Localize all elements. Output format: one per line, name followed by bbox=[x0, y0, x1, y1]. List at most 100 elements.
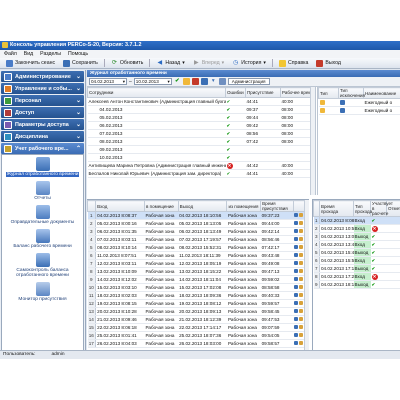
forward-button[interactable]: ▶ Вперед ▾ bbox=[190, 59, 227, 68]
sidebar-item-access[interactable]: Доступ ⌄ bbox=[1, 107, 84, 118]
table-row-day[interactable]: 09.02.2013 ✔ bbox=[87, 145, 315, 154]
table-row[interactable]: 1 04.02.2013 8:08:37 Рабочая зона 04.02.201… bbox=[87, 211, 309, 220]
history-button[interactable]: ◷ История ▾ bbox=[229, 59, 269, 68]
table-row[interactable]: 204.02.2013 10:54:41Вход✕ bbox=[313, 224, 400, 233]
check-icon[interactable]: ✔ bbox=[370, 248, 387, 257]
col-presence-time[interactable]: Время присутствия bbox=[260, 200, 294, 212]
table-row[interactable]: 10 15.02.2013 8:03:10 Рабочая зона 15.02.20… bbox=[87, 283, 309, 292]
table-row[interactable]: Ежегодный о bbox=[318, 106, 400, 115]
calendar-icon[interactable] bbox=[182, 78, 190, 85]
table-row[interactable]: 504.02.2013 15:44:00Выход✔ bbox=[313, 248, 400, 257]
table-row[interactable]: 15 22.02.2013 8:06:18 Рабочая зона 22.02.20… bbox=[87, 323, 309, 332]
table-row[interactable]: 9 14.02.2013 8:12:02 Рабочая зона 14.02.201… bbox=[87, 275, 309, 284]
col-exception-type[interactable]: Тип исключения bbox=[338, 87, 365, 99]
vertical-scrollbar[interactable] bbox=[310, 87, 315, 195]
table-row[interactable]: 604.02.2013 15:59:49Вход✔ bbox=[313, 256, 400, 265]
table-row[interactable]: 16 25.02.2013 8:01:41 Рабочая зона 25.02.20… bbox=[87, 331, 309, 340]
excluded-icon[interactable]: ✕ bbox=[370, 272, 387, 281]
table-row[interactable]: 404.02.2013 13:49:27Вход✔ bbox=[313, 240, 400, 249]
table-row[interactable]: 2 05.02.2013 8:00:16 Рабочая зона 05.02.201… bbox=[87, 219, 309, 228]
table-row[interactable]: 17 26.02.2013 8:04:03 Рабочая зона 26.02.20… bbox=[87, 339, 309, 348]
table-row[interactable]: 4 07.02.2013 8:03:11 Рабочая зона 07.02.201… bbox=[87, 235, 309, 244]
employee-filter-icon[interactable] bbox=[200, 78, 208, 85]
col-zone-in[interactable]: в помещение bbox=[144, 200, 179, 212]
table-row-day[interactable]: 04.02.2013 ✔ 09:37 08:00 bbox=[87, 105, 315, 114]
col-exit[interactable]: Выход bbox=[177, 200, 228, 212]
sidebar-item-access-params[interactable]: Параметры доступа ⌄ bbox=[1, 119, 84, 130]
clear-filter-icon[interactable] bbox=[191, 78, 199, 85]
table-row[interactable]: 11 18.02.2013 8:02:03 Рабочая зона 18.02.20… bbox=[87, 291, 309, 300]
end-session-button[interactable]: Закончить сеанс bbox=[3, 59, 58, 68]
vertical-scrollbar[interactable] bbox=[304, 200, 309, 350]
table-row[interactable]: 14 21.02.2013 8:09:46 Рабочая зона 21.02.20… bbox=[87, 315, 309, 324]
table-row[interactable]: 6 11.02.2013 8:07:51 Рабочая зона 11.02.201… bbox=[87, 251, 309, 260]
table-row-day[interactable]: 10.02.2013 ✔ bbox=[87, 153, 315, 162]
save-button[interactable]: Сохранить bbox=[60, 59, 101, 68]
col-name[interactable]: Наименование bbox=[363, 87, 400, 99]
table-row[interactable]: 304.02.2013 13:02:15Выход✔ bbox=[313, 232, 400, 241]
col-employees[interactable]: Сотрудники bbox=[87, 87, 226, 98]
table-row-person[interactable]: Беспалов Николай Юрьевич (Администрация … bbox=[87, 169, 315, 178]
menu-file[interactable]: Файл bbox=[4, 50, 17, 58]
exit-button[interactable]: Выход bbox=[313, 59, 344, 68]
col-counted[interactable]: Участвует в расчете bbox=[370, 200, 393, 217]
col-enter[interactable]: Вход bbox=[95, 200, 146, 212]
table-row-person[interactable]: Антипищева Марина Петровна (Администраци… bbox=[87, 161, 315, 170]
division-select[interactable]: Администрация bbox=[227, 78, 270, 85]
table-row[interactable]: 7 12.02.2013 8:03:11 Рабочая зона 12.02.201… bbox=[87, 259, 309, 268]
table-row[interactable]: 704.02.2013 17:10:20Выход✔ bbox=[313, 264, 400, 273]
help-button[interactable]: Справка bbox=[276, 59, 311, 68]
col-errors[interactable]: Ошибки bbox=[225, 87, 246, 98]
table-row[interactable]: Ежегодный о bbox=[318, 98, 400, 107]
col-zone-out[interactable]: из помещения bbox=[226, 200, 262, 212]
table-row[interactable]: 904.02.2013 18:10:56Выход✔ bbox=[313, 280, 400, 289]
check-icon[interactable]: ✔ bbox=[370, 240, 387, 249]
sidebar-sub-balance[interactable]: Баланс рабочего времени bbox=[2, 229, 83, 249]
table-row-day[interactable]: 08.02.2013 ✔ 07:42 08:00 bbox=[87, 137, 315, 146]
table-row-day[interactable]: 05.02.2013 ✔ 09:44 08:00 bbox=[87, 113, 315, 122]
check-icon[interactable]: ✔ bbox=[370, 264, 387, 273]
col-event-type[interactable]: Тип прохода bbox=[353, 200, 372, 217]
chevron-down-icon[interactable]: ▾ bbox=[210, 78, 217, 85]
sidebar-item-worktime[interactable]: Учет рабочего вре... ⌃ bbox=[1, 143, 84, 154]
sidebar-item-control-events[interactable]: Управление и собы... ⌄ bbox=[1, 83, 84, 94]
check-icon[interactable]: ✔ bbox=[370, 232, 387, 241]
chevron-down-icon: ⌄ bbox=[75, 74, 81, 80]
col-code[interactable]: Тип bbox=[318, 87, 339, 99]
apply-check-icon[interactable]: ✔ bbox=[174, 78, 181, 85]
menu-help[interactable]: Помощь bbox=[68, 50, 88, 58]
check-icon[interactable]: ✔ bbox=[370, 280, 387, 289]
exit-label: Выход bbox=[325, 60, 341, 66]
refresh-button[interactable]: ⟳ Обновить bbox=[108, 59, 147, 68]
col-event-time[interactable]: Время прохода bbox=[319, 200, 354, 217]
menu-view[interactable]: Вид bbox=[24, 50, 33, 58]
sidebar-sub-monitor[interactable]: Монитор присутствия bbox=[2, 282, 83, 302]
division-icon[interactable] bbox=[218, 78, 226, 85]
sidebar-sub-selfcheck[interactable]: Самоконтроль баланса отработанного време… bbox=[2, 253, 83, 278]
table-row[interactable]: 3 06.02.2013 8:01:35 Рабочая зона 06.02.201… bbox=[87, 227, 309, 236]
check-icon[interactable]: ✔ bbox=[370, 256, 387, 265]
table-row-day[interactable]: 07.02.2013 ✔ 08:56 08:00 bbox=[87, 129, 315, 138]
check-icon[interactable]: ✔ bbox=[370, 216, 387, 225]
status-user-value: admin bbox=[51, 352, 65, 357]
back-button[interactable]: ◀ Назад ▾ bbox=[153, 59, 187, 68]
sidebar-sub-timesheet[interactable]: Журнал отработанного времени bbox=[2, 157, 83, 177]
table-row[interactable]: 8 13.02.2013 8:10:09 Рабочая зона 13.02.201… bbox=[87, 267, 309, 276]
table-row[interactable]: 804.02.2013 17:23:40Вход✕ bbox=[313, 272, 400, 281]
excluded-icon[interactable]: ✕ bbox=[370, 224, 387, 233]
table-row[interactable]: 5 08.02.2013 8:10:14 Рабочая зона 08.02.201… bbox=[87, 243, 309, 252]
sidebar-item-administration[interactable]: Администрирование ⌄ bbox=[1, 71, 84, 82]
date-to-picker[interactable]: 10.02.2013 bbox=[133, 78, 172, 85]
sidebar-sub-reports[interactable]: Отчеты bbox=[2, 181, 83, 201]
sidebar-item-discipline[interactable]: Дисциплина ⌄ bbox=[1, 131, 84, 142]
sidebar-sub-documents[interactable]: Оправдательные документы bbox=[2, 205, 83, 225]
table-row[interactable]: 12 19.02.2013 8:08:15 Рабочая зона 19.02.20… bbox=[87, 299, 309, 308]
table-row[interactable]: 104.02.2013 8:08:37Вход✔ bbox=[313, 216, 400, 225]
table-row[interactable]: 13 20.02.2013 8:10:28 Рабочая зона 20.02.20… bbox=[87, 307, 309, 316]
date-from-picker[interactable]: 04.02.2013 bbox=[89, 78, 127, 85]
table-row-day[interactable]: 06.02.2013 ✔ 09:42 08:00 bbox=[87, 121, 315, 130]
table-row-person[interactable]: Алексеев Антон Константинович (Администр… bbox=[87, 97, 315, 106]
sidebar-item-personnel[interactable]: Персонал ⌄ bbox=[1, 95, 84, 106]
menu-sections[interactable]: Разделы bbox=[40, 50, 61, 58]
col-presence[interactable]: Присутствие bbox=[245, 87, 281, 98]
